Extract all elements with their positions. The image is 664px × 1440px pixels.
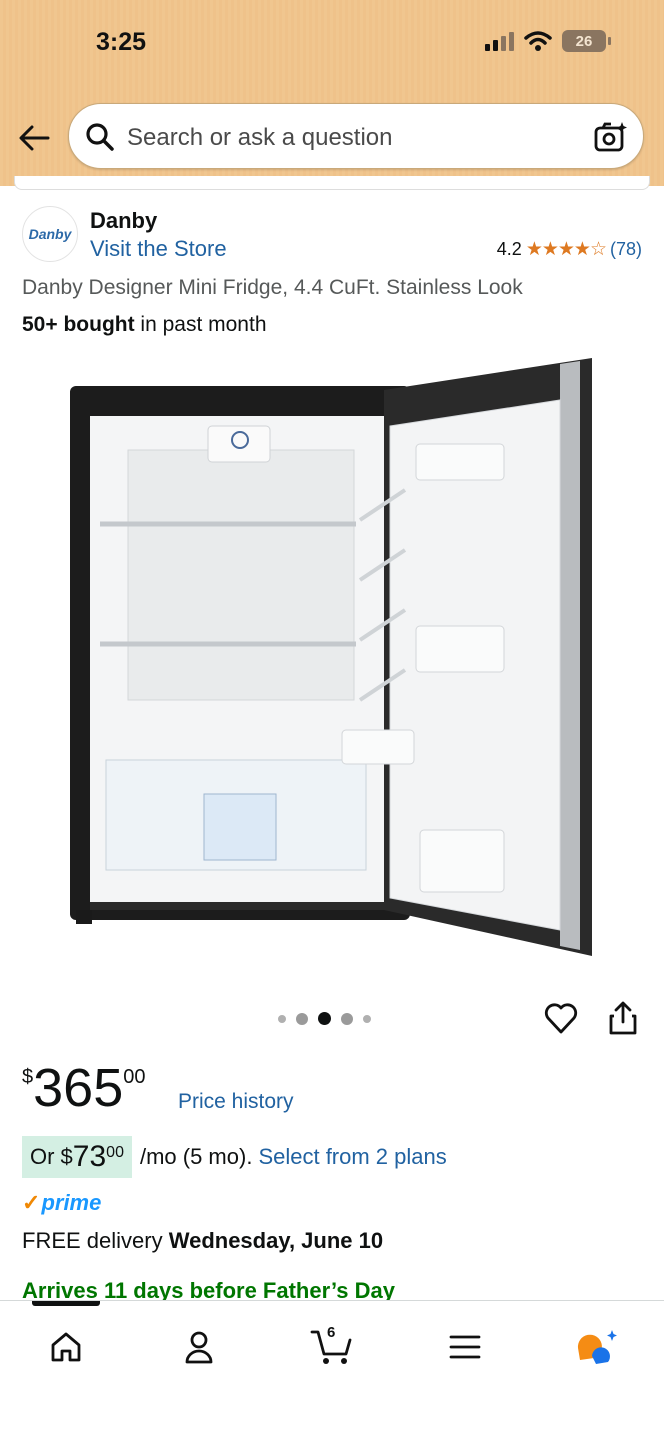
price-whole: 365 (33, 1058, 124, 1118)
image-carousel-dots[interactable] (278, 1012, 371, 1025)
carousel-dot[interactable] (278, 1014, 286, 1023)
carousel-dot[interactable] (363, 1014, 371, 1023)
delivery-prefix: FREE delivery (22, 1228, 169, 1253)
star-rating-icon: ★★★★☆ (525, 239, 607, 260)
prime-badge: ✓ prime (22, 1190, 101, 1216)
previous-card-edge (14, 176, 650, 190)
share-icon[interactable] (606, 1000, 640, 1036)
product-title: Danby Designer Mini Fridge, 4.4 CuFt. St… (22, 276, 523, 299)
monthly-amount-badge: Or $ 73 00 (22, 1136, 132, 1178)
carousel-dot[interactable] (341, 1012, 353, 1025)
nav-cart[interactable]: 6 (308, 1324, 356, 1369)
bottom-nav: 6 (0, 1300, 664, 1440)
back-arrow-icon (19, 125, 50, 151)
select-plans-link[interactable]: Select from 2 plans (258, 1144, 446, 1170)
rufus-icon (577, 1330, 617, 1364)
prime-label: prime (41, 1190, 102, 1215)
monthly-term: /mo (5 mo). (139, 1144, 253, 1169)
nav-home[interactable] (42, 1325, 90, 1369)
camera-icon[interactable] (593, 119, 629, 155)
search-input[interactable]: Search or ask a question (127, 124, 393, 152)
menu-icon (449, 1335, 481, 1359)
nav-active-indicator (32, 1301, 100, 1306)
price-fraction: 00 (123, 1066, 146, 1088)
monthly-prefix: Or $ (30, 1144, 73, 1169)
visit-store-link[interactable]: Visit the Store (90, 236, 227, 262)
price: $ 365 00 (22, 1058, 145, 1118)
carousel-dot[interactable] (296, 1012, 308, 1025)
monthly-amount: 73 (72, 1140, 107, 1173)
bought-count: 50+ bought in past month (22, 313, 267, 337)
price-symbol: $ (22, 1066, 34, 1088)
signal-icon (485, 31, 514, 51)
carousel-dot-active[interactable] (318, 1012, 331, 1025)
rating-summary[interactable]: 4.2 ★★★★☆ (78) (497, 238, 642, 261)
nav-menu[interactable] (441, 1325, 489, 1369)
status-time: 3:25 (96, 28, 147, 56)
cart-count: 6 (327, 1324, 336, 1341)
wifi-icon (524, 31, 552, 51)
bought-count-rest: in past month (134, 313, 267, 336)
brand-name: Danby (90, 208, 158, 233)
brand-logo[interactable]: Danby (22, 206, 78, 262)
monthly-cents: 00 (106, 1144, 124, 1161)
nav-rufus[interactable] (572, 1325, 620, 1369)
delivery-date: Wednesday, June 10 (168, 1228, 384, 1253)
product-image[interactable] (60, 350, 610, 970)
nav-account[interactable] (175, 1325, 223, 1369)
rating-count[interactable]: (78) (610, 239, 642, 260)
prime-check-icon: ✓ (22, 1190, 41, 1215)
delivery-info: FREE delivery Wednesday, June 10 (22, 1228, 383, 1254)
bought-count-bold: 50+ bought (22, 313, 135, 336)
monthly-payment: Or $ 73 00 /mo (5 mo). Select from 2 pla… (22, 1136, 447, 1178)
home-icon (51, 1332, 81, 1362)
rating-value: 4.2 (496, 239, 522, 259)
account-icon (185, 1331, 213, 1364)
battery-indicator: 26 (562, 30, 611, 52)
back-button[interactable] (16, 118, 52, 158)
app-header: 3:25 26 Search or ask a question (0, 0, 664, 186)
search-icon (86, 123, 114, 151)
status-icons: 26 (485, 30, 611, 52)
search-bar[interactable]: Search or ask a question (68, 103, 644, 169)
price-history-link[interactable]: Price history (178, 1090, 294, 1114)
heart-icon[interactable] (543, 1000, 579, 1036)
